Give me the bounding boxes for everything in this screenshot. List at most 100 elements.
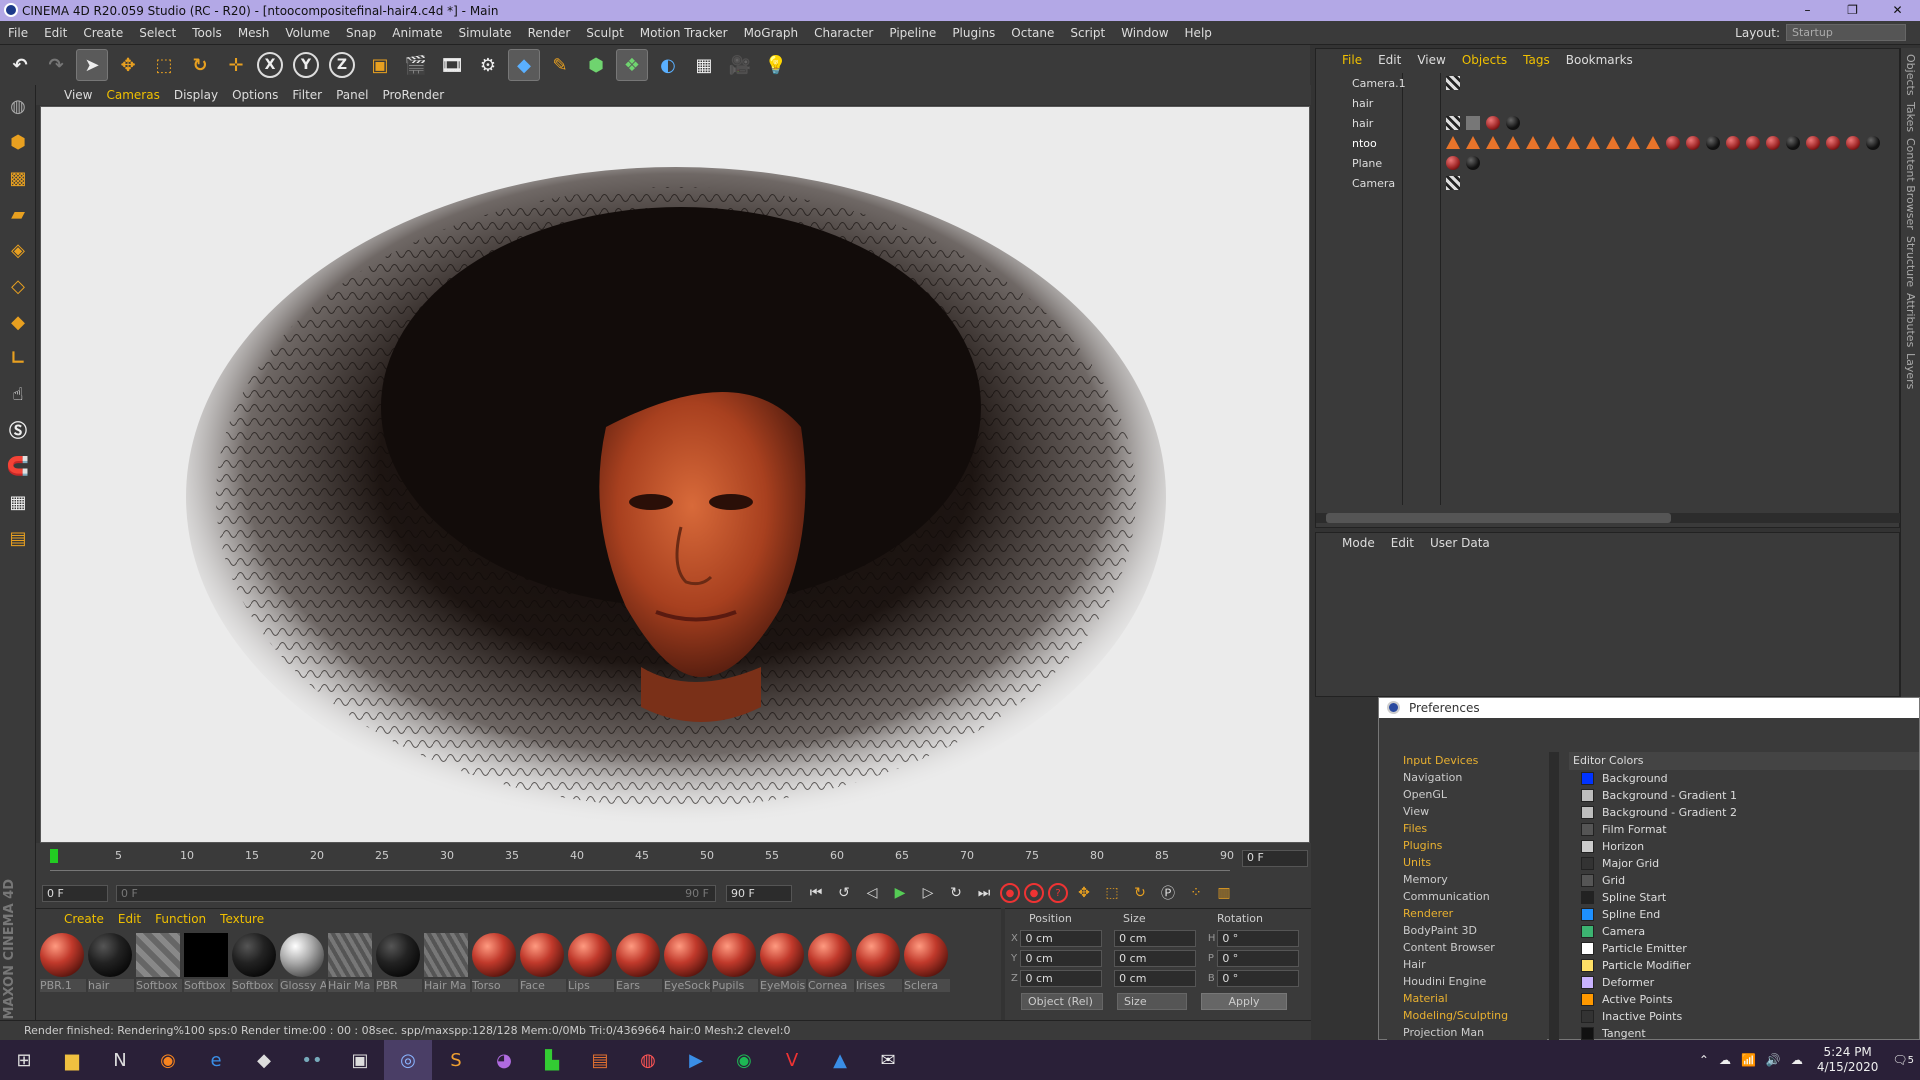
selection-tag-icon[interactable] [1446,136,1460,149]
undo-icon[interactable]: ↶ [4,49,36,81]
rotate-icon[interactable]: ↻ [184,49,216,81]
rotation-h-field[interactable]: 0 ° [1217,930,1299,947]
selection-tag-icon[interactable] [1626,136,1640,149]
steam-vr-icon[interactable]: •• [288,1040,336,1080]
planar-workplane-icon[interactable]: ▤ [3,523,33,553]
position-x-field[interactable]: 0 cm [1020,930,1103,947]
color-swatch[interactable] [1581,1027,1594,1040]
material-swatch[interactable]: Lips [568,933,614,992]
editor-color-row[interactable]: Spline Start [1569,889,1919,906]
viewport-menu-filter[interactable]: Filter [292,88,322,102]
pen-spline-icon[interactable]: ✎ [544,49,576,81]
editor-color-row[interactable]: Background - Gradient 2 [1569,804,1919,821]
recent-tool-icon[interactable]: ✛ [220,49,252,81]
preferences-category[interactable]: Communication [1387,888,1547,905]
wifi-icon[interactable]: 📶 [1741,1053,1756,1067]
selection-tag-icon[interactable] [1606,136,1620,149]
maximize-button[interactable]: ❐ [1830,0,1875,21]
preferences-category[interactable]: BodyPaint 3D [1387,922,1547,939]
protection-tag-icon[interactable] [1446,76,1460,90]
points-mode-icon[interactable]: ◈ [3,235,33,265]
volume-icon[interactable]: 🔊 [1766,1053,1781,1067]
timeline-ruler[interactable]: 0 F 051015202530354045505560657075808590 [36,843,1311,878]
position-z-field[interactable]: 0 cm [1020,970,1103,987]
menu-window[interactable]: Window [1113,26,1176,40]
color-swatch[interactable] [1581,976,1594,989]
material-tag-icon[interactable] [1846,136,1860,150]
color-swatch[interactable] [1581,959,1594,972]
subdivision-surface-icon[interactable]: ⬢ [580,49,612,81]
notifications-icon[interactable]: 🗨 [1892,1053,1907,1067]
color-swatch[interactable] [1581,891,1594,904]
key-parameter-icon[interactable]: Ⓟ [1156,881,1180,905]
tab-structure[interactable]: Structure [1904,236,1917,287]
spotify-icon[interactable]: ◉ [720,1040,768,1080]
editor-color-row[interactable]: Spline End [1569,906,1919,923]
select-cursor-icon[interactable]: ➤ [76,49,108,81]
size-x-field[interactable]: 0 cm [1114,930,1196,947]
record-keys-icon[interactable]: ● [1000,883,1020,903]
material-tag-icon[interactable] [1746,136,1760,150]
coordinate-mode-dropdown[interactable]: Object (Rel) [1021,993,1103,1010]
firefox-icon[interactable]: ◉ [144,1040,192,1080]
current-frame-field[interactable]: 0 F [1242,850,1308,867]
selection-tag-icon[interactable] [1646,136,1660,149]
object-row-hair-1[interactable]: hair [1316,93,1901,113]
rotation-p-field[interactable]: 0 ° [1217,950,1299,967]
cinema4d-taskbar-icon[interactable]: ◎ [384,1040,432,1080]
preferences-category[interactable]: Renderer [1387,905,1547,922]
color-swatch[interactable] [1581,874,1594,887]
go-to-start-icon[interactable]: ⏮ [804,881,828,905]
workplane-mode-icon[interactable]: ▰ [3,199,33,229]
material-tag-icon[interactable] [1486,116,1500,130]
editor-color-row[interactable]: Deformer [1569,974,1919,991]
color-swatch[interactable] [1581,772,1594,785]
material-tag-icon[interactable] [1506,116,1520,130]
menu-create[interactable]: Create [75,26,131,40]
preferences-category[interactable]: Hair [1387,956,1547,973]
tab-layers[interactable]: Layers [1904,353,1917,389]
apply-button[interactable]: Apply [1201,993,1287,1010]
preferences-category[interactable]: Input Devices [1387,752,1547,769]
acrobat-icon[interactable]: V [768,1040,816,1080]
cloud-icon[interactable]: ☁ [1719,1053,1731,1067]
render-view-icon[interactable]: 🎬 [400,49,432,81]
render-picture-viewer-icon[interactable]: 🎞 [436,49,468,81]
object-row-hair-2[interactable]: hair [1316,113,1901,133]
store-icon[interactable]: ▣ [336,1040,384,1080]
editor-color-row[interactable]: Grid [1569,872,1919,889]
y-axis-lock-button[interactable]: Y [293,52,319,78]
category-scrollbar[interactable] [1549,752,1559,1041]
color-swatch[interactable] [1581,857,1594,870]
position-y-field[interactable]: 0 cm [1020,950,1103,967]
z-axis-lock-button[interactable]: Z [329,52,355,78]
tweak-mode-icon[interactable]: ☝ [3,379,33,409]
viewport-menu-prorender[interactable]: ProRender [382,88,444,102]
edges-mode-icon[interactable]: ◇ [3,271,33,301]
coordinate-system-icon[interactable]: ▣ [364,49,396,81]
preferences-category[interactable]: Memory [1387,871,1547,888]
selection-tag-icon[interactable] [1506,136,1520,149]
material-swatch[interactable]: Irises [856,933,902,992]
object-name[interactable]: ntoo [1352,137,1452,150]
material-swatch[interactable]: Softbox [136,933,182,992]
editor-color-row[interactable]: Inactive Points [1569,1008,1919,1025]
viewport-menu-cameras[interactable]: Cameras [106,88,159,102]
solo-icon[interactable]: Ⓢ [3,415,33,445]
material-tag-icon[interactable] [1666,136,1680,150]
cloner-icon[interactable]: ❖ [616,49,648,81]
object-list-scrollbar[interactable] [1316,513,1901,523]
attr-menu-edit[interactable]: Edit [1391,536,1414,550]
material-tag-icon[interactable] [1726,136,1740,150]
preferences-category[interactable]: Material [1387,990,1547,1007]
deformer-icon[interactable]: ◐ [652,49,684,81]
viewport-menu-view[interactable]: View [64,88,92,102]
tab-attributes[interactable]: Attributes [1904,293,1917,347]
key-scale-icon[interactable]: ⬚ [1100,881,1124,905]
object-name[interactable]: Camera [1352,177,1452,190]
timeline-window-icon[interactable]: ▥ [1212,881,1236,905]
preferences-category[interactable]: Files [1387,820,1547,837]
menu-edit[interactable]: Edit [36,26,75,40]
next-frame-icon[interactable]: ▷ [916,881,940,905]
material-tag-icon[interactable] [1786,136,1800,150]
